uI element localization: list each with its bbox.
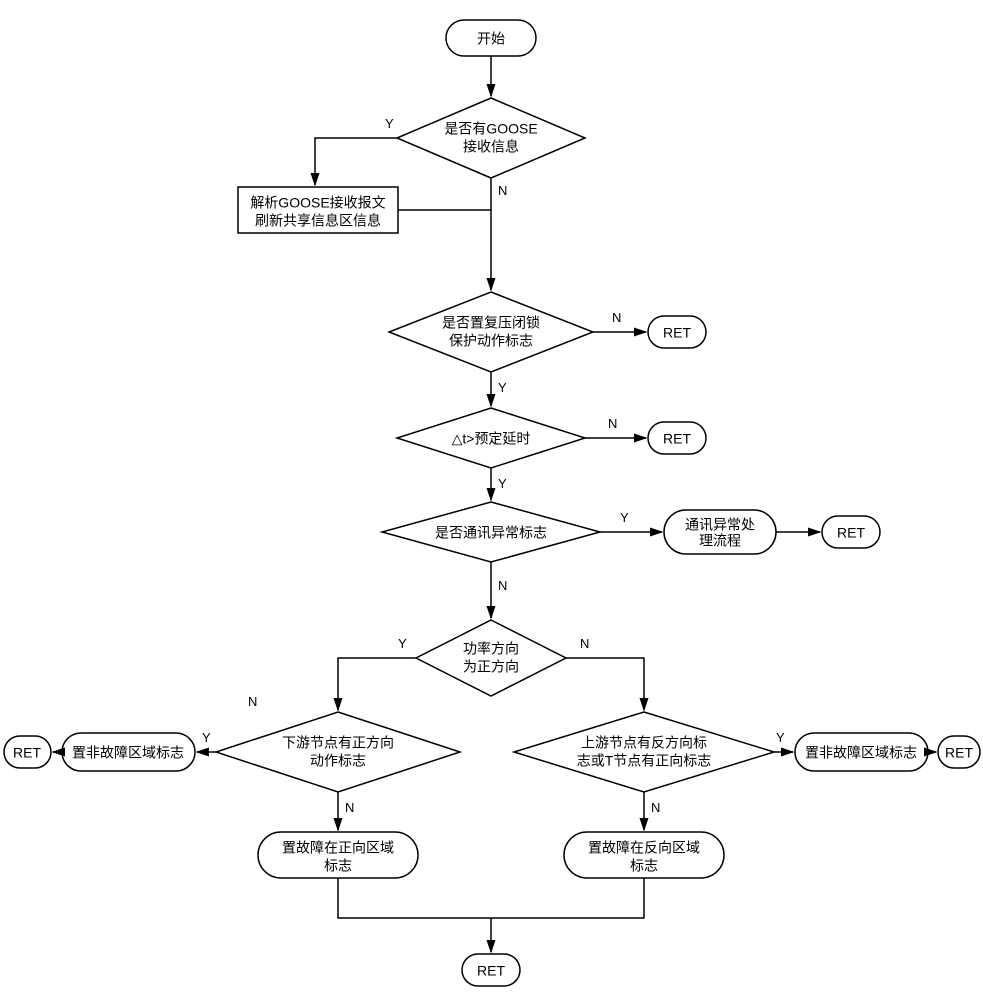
svg-text:N: N <box>651 800 660 815</box>
svg-text:Y: Y <box>498 476 507 491</box>
svg-text:通讯异常处: 通讯异常处 <box>685 517 755 533</box>
svg-text:Y: Y <box>385 116 394 131</box>
svg-text:Y: Y <box>498 380 507 395</box>
start-node: 开始 <box>446 20 536 56</box>
svg-text:接收信息: 接收信息 <box>463 139 519 155</box>
svg-text:动作标志: 动作标志 <box>310 753 366 769</box>
svg-text:Y: Y <box>202 730 211 745</box>
svg-text:下游节点有正方向: 下游节点有正方向 <box>282 735 394 751</box>
svg-text:解析GOOSE接收报文: 解析GOOSE接收报文 <box>250 195 385 211</box>
edge <box>491 878 644 918</box>
terminator-fault-reverse: 置故障在反向区域 标志 <box>564 832 724 878</box>
ret-terminator: RET <box>822 516 880 548</box>
svg-text:RET: RET <box>477 963 505 979</box>
svg-text:置非故障区域标志: 置非故障区域标志 <box>72 745 184 761</box>
svg-text:标志: 标志 <box>630 858 658 874</box>
process-comm-error-handling: 通讯异常处 理流程 <box>664 510 776 554</box>
edge <box>315 138 397 185</box>
svg-text:刷新共享信息区信息: 刷新共享信息区信息 <box>255 213 381 229</box>
svg-text:志或T节点有正向标志: 志或T节点有正向标志 <box>577 753 712 769</box>
flowchart-diagram: 开始 是否有GOOSE 接收信息 Y 解析GOOSE接收报文 刷新共享信息区信息… <box>0 0 983 1000</box>
svg-text:RET: RET <box>945 745 973 761</box>
start-label: 开始 <box>477 31 505 47</box>
edge <box>566 658 644 710</box>
svg-text:N: N <box>498 578 507 593</box>
ret-terminator: RET <box>648 316 706 348</box>
svg-text:置故障在正向区域: 置故障在正向区域 <box>282 840 394 856</box>
process-parse-goose: 解析GOOSE接收报文 刷新共享信息区信息 <box>238 187 398 233</box>
svg-text:保护动作标志: 保护动作标志 <box>449 333 533 349</box>
ret-terminator: RET <box>648 422 706 454</box>
svg-text:是否通讯异常标志: 是否通讯异常标志 <box>435 525 547 541</box>
svg-text:N: N <box>345 800 354 815</box>
svg-text:N: N <box>612 310 621 325</box>
ret-terminator: RET <box>938 736 980 768</box>
edge <box>338 878 491 918</box>
svg-text:RET: RET <box>13 745 41 761</box>
svg-text:N: N <box>498 183 507 198</box>
svg-text:N: N <box>248 694 257 709</box>
svg-text:是否置复压闭锁: 是否置复压闭锁 <box>442 315 540 331</box>
svg-text:N: N <box>580 636 589 651</box>
svg-text:Y: Y <box>620 510 629 525</box>
terminator-fault-forward: 置故障在正向区域 标志 <box>258 832 418 878</box>
svg-text:Y: Y <box>776 730 785 745</box>
terminator-non-fault-right: 置非故障区域标志 <box>795 733 928 771</box>
svg-text:功率方向: 功率方向 <box>463 641 519 657</box>
decision-comm-error: 是否通讯异常标志 <box>382 502 600 562</box>
decision-voltage-lock: 是否置复压闭锁 保护动作标志 <box>389 292 593 372</box>
decision-delta-t: △t>预定延时 <box>397 408 585 468</box>
decision-upstream-reverse: 上游节点有反方向标 志或T节点有正向标志 <box>514 712 774 792</box>
svg-text:N: N <box>608 416 617 431</box>
svg-text:Y: Y <box>398 636 407 651</box>
svg-text:标志: 标志 <box>324 858 352 874</box>
svg-text:RET: RET <box>837 525 865 541</box>
svg-text:置故障在反向区域: 置故障在反向区域 <box>588 840 700 856</box>
svg-text:为正方向: 为正方向 <box>463 659 519 675</box>
svg-text:上游节点有反方向标: 上游节点有反方向标 <box>581 735 707 751</box>
decision-power-direction: 功率方向 为正方向 <box>416 620 566 696</box>
svg-text:RET: RET <box>663 431 691 447</box>
decision-downstream-forward: 下游节点有正方向 动作标志 <box>216 712 460 792</box>
svg-text:置非故障区域标志: 置非故障区域标志 <box>805 745 917 761</box>
decision-goose-info: 是否有GOOSE 接收信息 <box>397 98 585 178</box>
terminator-non-fault-left: 置非故障区域标志 <box>62 733 195 771</box>
svg-text:是否有GOOSE: 是否有GOOSE <box>444 121 537 137</box>
svg-text:理流程: 理流程 <box>699 533 741 549</box>
edge <box>338 658 416 710</box>
ret-terminator-bottom: RET <box>462 954 520 986</box>
svg-text:△t>预定延时: △t>预定延时 <box>452 431 531 447</box>
svg-text:RET: RET <box>663 325 691 341</box>
ret-terminator: RET <box>4 736 51 768</box>
